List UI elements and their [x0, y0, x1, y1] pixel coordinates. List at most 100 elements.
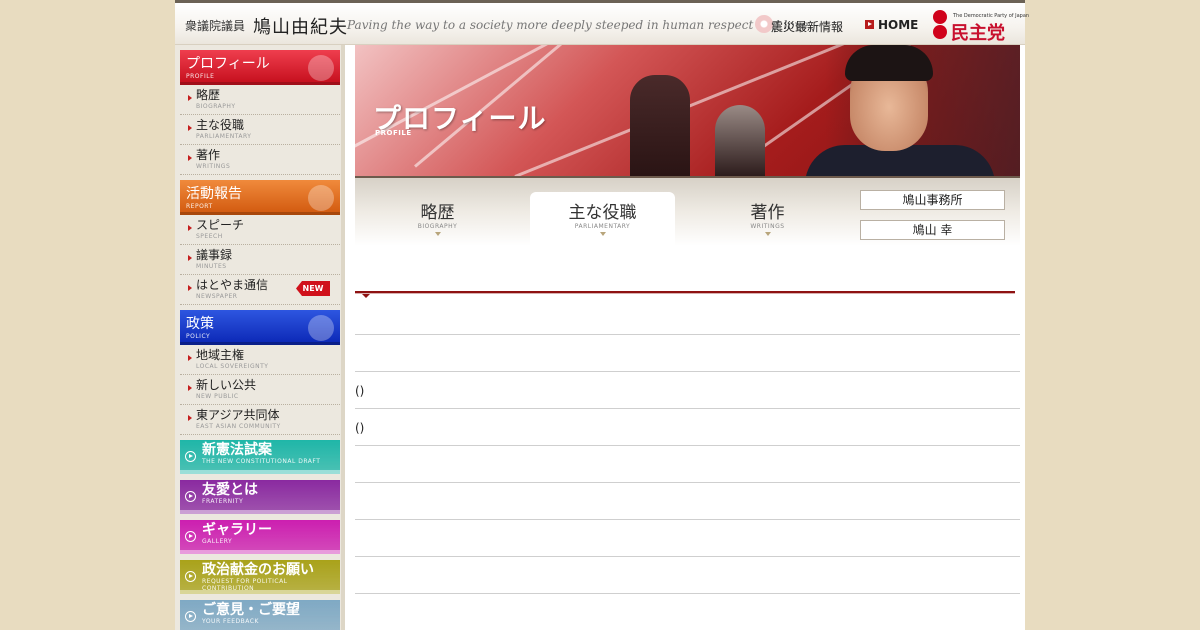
- sidebar-item-newspaper[interactable]: はとやま通信 NEWSPAPER NEW: [180, 275, 340, 305]
- list-item: (): [355, 372, 1020, 409]
- arrow-circle-icon: [185, 531, 196, 542]
- chevron-down-icon: [764, 232, 771, 236]
- logo-dot-icon: [933, 25, 947, 39]
- list-item: [355, 335, 1020, 372]
- sidebar-item-label: 地域主権: [196, 348, 245, 362]
- sidebar-item-label: 東アジア共同体: [196, 408, 280, 422]
- arrow-circle-icon: [185, 571, 196, 582]
- chevron-down-icon: [599, 232, 606, 236]
- hero-subtitle: PROFILE: [375, 129, 412, 137]
- sidebar-item-writings[interactable]: 著作 WRITINGS: [180, 145, 340, 175]
- list-item: [355, 446, 1020, 483]
- tab-label-en: PARLIAMENTARY: [574, 223, 631, 230]
- sidebar-header-policy[interactable]: 政策 POLICY: [180, 310, 340, 345]
- sidebar-item-label-en: SPEECH: [196, 233, 223, 240]
- party-logo[interactable]: The Democratic Party of Japan 民主党: [933, 8, 1029, 44]
- banner-label-en: REQUEST FOR POLITICAL CONTRIBUTION: [202, 578, 288, 592]
- arrow-circle-icon: [185, 611, 196, 622]
- sidebar-section-report: 活動報告 REPORT スピーチ SPEECH 議事録 MINUTES はとやま…: [180, 180, 340, 305]
- site-tagline: Paving the way to a society more deeply …: [347, 18, 813, 32]
- list-item: [355, 298, 1020, 335]
- sidebar-item-label-en: MINUTES: [196, 263, 227, 270]
- audience-photo: [715, 105, 765, 176]
- banner-label-en: YOUR FEEDBACK: [202, 618, 259, 625]
- arrow-circle-icon: [185, 491, 196, 502]
- sidebar-item-local-sovereignty[interactable]: 地域主権 LOCAL SOVEREIGNTY: [180, 345, 340, 375]
- list-item: (): [355, 409, 1020, 446]
- globe-icon: [308, 315, 334, 341]
- tab-biography[interactable]: 略歴 BIOGRAPHY: [365, 192, 510, 246]
- banner-feedback[interactable]: ご意見・ご要望 YOUR FEEDBACK: [180, 600, 340, 630]
- sidebar-item-minutes[interactable]: 議事録 MINUTES: [180, 245, 340, 275]
- sidebar-section-policy: 政策 POLICY 地域主権 LOCAL SOVEREIGNTY 新しい公共 N…: [180, 310, 340, 435]
- tab-label: 著作: [750, 203, 785, 223]
- sidebar-item-label: 議事録: [196, 248, 233, 262]
- banner-contribution[interactable]: 政治献金のお願い REQUEST FOR POLITICAL CONTRIBUT…: [180, 560, 340, 594]
- sidebar-item-label: スピーチ: [196, 218, 245, 232]
- speaker-photo: [630, 75, 690, 176]
- list-item: [355, 594, 1020, 630]
- sidebar-item-label-en: WRITINGS: [196, 163, 231, 170]
- list-item: [355, 520, 1020, 557]
- tab-writings[interactable]: 著作 WRITINGS: [695, 192, 840, 246]
- sidebar-header-profile[interactable]: プロフィール PROFILE: [180, 50, 340, 85]
- banner-gallery[interactable]: ギャラリー GALLERY: [180, 520, 340, 554]
- home-label: HOME: [878, 18, 919, 32]
- sidebar-item-label: 新しい公共: [196, 378, 257, 392]
- sidebar-item-label: 主な役職: [196, 118, 245, 132]
- hero-banner: プロフィール PROFILE: [355, 45, 1020, 176]
- page: 衆議院議員 鳩山由紀夫 Paving the way to a society …: [175, 0, 1029, 630]
- banner-label-en: GALLERY: [202, 538, 233, 545]
- sidebar-item-new-public[interactable]: 新しい公共 NEW PUBLIC: [180, 375, 340, 405]
- banner-new-constitution[interactable]: 新憲法試案 THE NEW CONSTITUTIONAL DRAFT: [180, 440, 340, 474]
- banner-label: ギャラリー: [202, 522, 272, 538]
- role-list: () (): [355, 298, 1020, 630]
- banner-label: 友愛とは: [202, 482, 258, 498]
- sidebar-item-biography[interactable]: 略歴 BIOGRAPHY: [180, 85, 340, 115]
- sidebar-header-report[interactable]: 活動報告 REPORT: [180, 180, 340, 215]
- hatoyama-office-button[interactable]: 鳩山事務所: [860, 190, 1005, 210]
- sidebar-item-label: 著作: [196, 148, 221, 162]
- arrow-circle-icon: [185, 451, 196, 462]
- play-arrow-icon: [865, 20, 874, 29]
- sidebar-item-label-en: NEW PUBLIC: [196, 393, 239, 400]
- tab-label-en: WRITINGS: [750, 223, 785, 230]
- logo-dot-icon: [933, 10, 947, 24]
- sidebar-item-label-en: BIOGRAPHY: [196, 103, 236, 110]
- chevron-down-icon: [434, 232, 441, 236]
- sidebar: プロフィール PROFILE 略歴 BIOGRAPHY 主な役職 PARLIAM…: [175, 45, 345, 630]
- banner-label: 新憲法試案: [202, 442, 272, 458]
- banner-fraternity[interactable]: 友愛とは FRATERNITY: [180, 480, 340, 514]
- section-divider: [355, 291, 1015, 294]
- member-name[interactable]: 鳩山由紀夫: [253, 13, 348, 39]
- sidebar-item-label-en: PARLIAMENTARY: [196, 133, 252, 140]
- sidebar-item-east-asian-community[interactable]: 東アジア共同体 EAST ASIAN COMMUNITY: [180, 405, 340, 435]
- sidebar-item-parliamentary[interactable]: 主な役職 PARLIAMENTARY: [180, 115, 340, 145]
- portrait-hair: [845, 45, 933, 81]
- banner-label-en: FRATERNITY: [202, 498, 244, 505]
- sidebar-item-speech[interactable]: スピーチ SPEECH: [180, 215, 340, 245]
- sidebar-item-label-en: LOCAL SOVEREIGNTY: [196, 363, 269, 370]
- new-badge: NEW: [296, 281, 330, 296]
- tab-label-en: BIOGRAPHY: [417, 223, 458, 230]
- disaster-info-link[interactable]: 震災最新情報: [771, 18, 843, 35]
- person-icon: [308, 55, 334, 81]
- sidebar-item-label: 略歴: [196, 88, 221, 102]
- list-item: [355, 557, 1020, 594]
- tab-label: 主な役職: [568, 203, 637, 223]
- banner-label: 政治献金のお願い: [202, 562, 314, 578]
- member-role: 衆議院議員: [185, 19, 246, 33]
- main-content: プロフィール PROFILE 略歴 BIOGRAPHY 主な役職 PARLIAM…: [355, 45, 1020, 630]
- tab-parliamentary[interactable]: 主な役職 PARLIAMENTARY: [530, 192, 675, 246]
- list-item: [355, 483, 1020, 520]
- party-name: 民主党: [951, 23, 1005, 44]
- home-link[interactable]: HOME: [865, 18, 918, 32]
- miyuki-hatoyama-button[interactable]: 鳩山 幸: [860, 220, 1005, 240]
- site-header: 衆議院議員 鳩山由紀夫 Paving the way to a society …: [175, 0, 1029, 45]
- tab-label: 略歴: [420, 203, 455, 223]
- banner-label-en: THE NEW CONSTITUTIONAL DRAFT: [202, 458, 321, 465]
- sidebar-item-label-en: EAST ASIAN COMMUNITY: [196, 423, 281, 430]
- pencil-icon: [308, 185, 334, 211]
- banner-label: ご意見・ご要望: [202, 602, 300, 618]
- sidebar-section-profile: プロフィール PROFILE 略歴 BIOGRAPHY 主な役職 PARLIAM…: [180, 50, 340, 175]
